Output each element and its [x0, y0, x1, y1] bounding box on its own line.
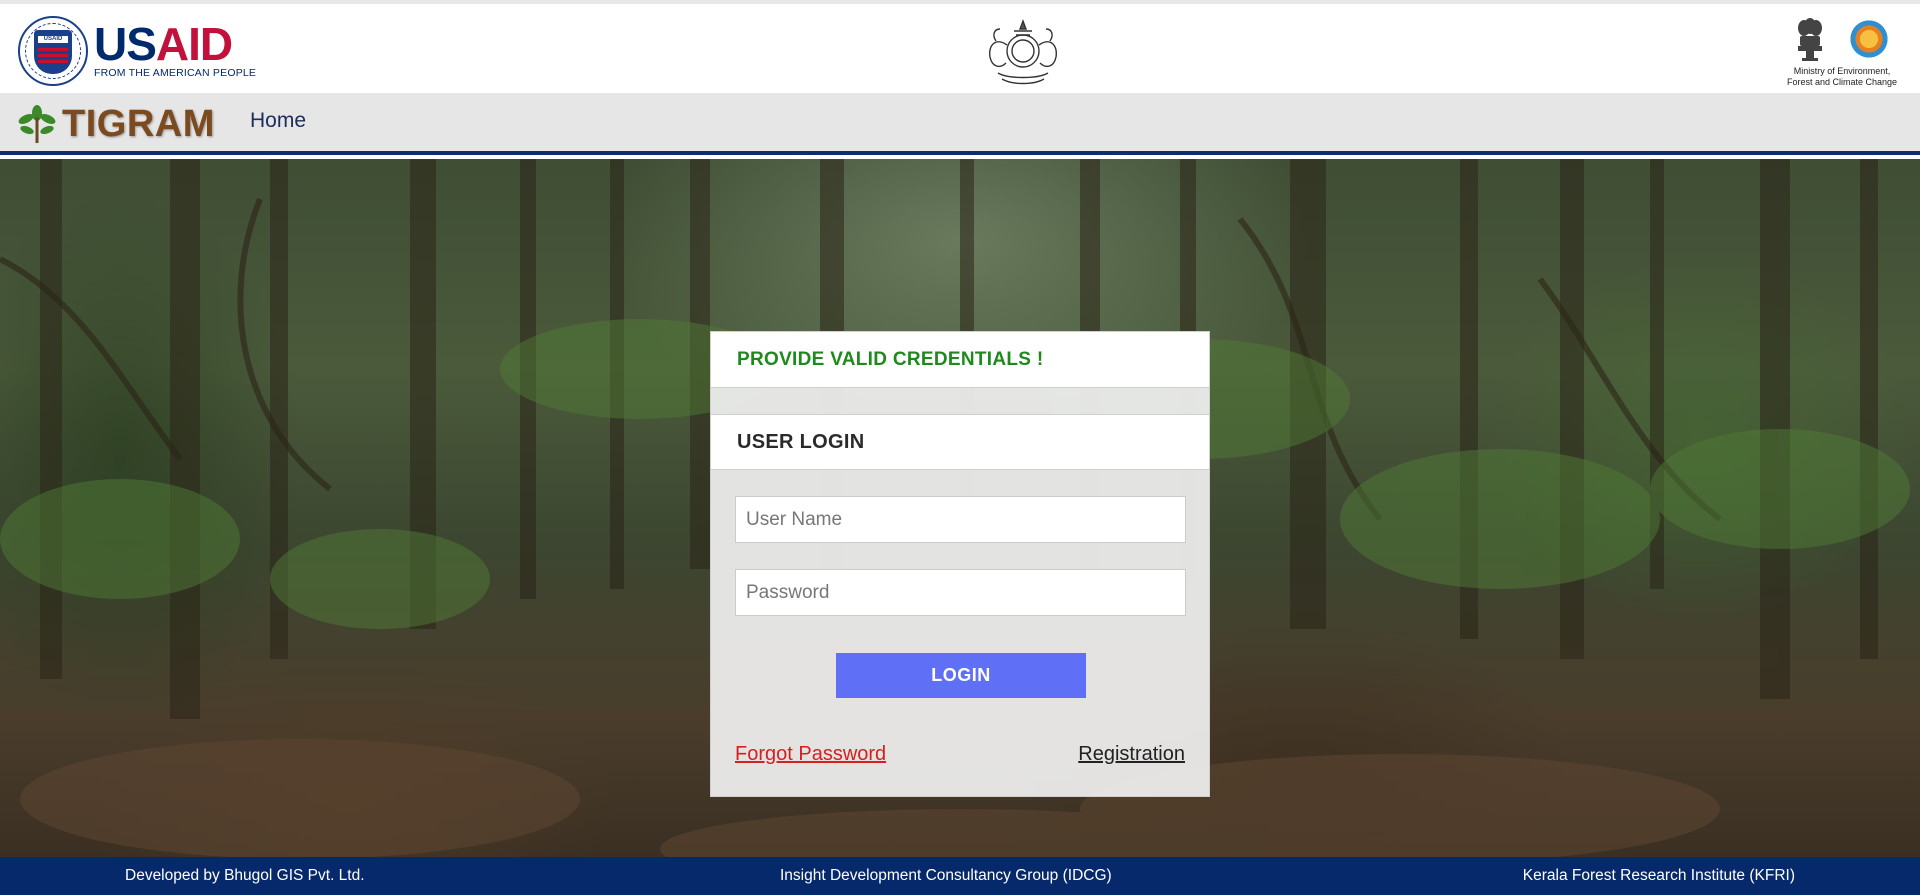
footer-idcg: Insight Development Consultancy Group (I…	[780, 867, 1112, 884]
username-input[interactable]	[735, 496, 1186, 543]
login-button[interactable]: LOGIN	[836, 653, 1086, 698]
ashoka-emblem-icon	[1798, 18, 1822, 61]
login-title: USER LOGIN	[711, 414, 1209, 470]
ministry-name: Ministry of Environment, Forest and Clim…	[1786, 66, 1898, 87]
moefcc-logo-icon	[1848, 18, 1890, 60]
footer-developer: Developed by Bhugol GIS Pvt. Ltd.	[125, 867, 365, 884]
password-input[interactable]	[735, 569, 1186, 616]
top-logo-bar: USAID USAID FROM THE AMERICAN PEOPLE Min…	[0, 0, 1920, 93]
usaid-logo: USAID USAID FROM THE AMERICAN PEOPLE	[18, 16, 256, 86]
credentials-alert: PROVIDE VALID CREDENTIALS !	[711, 332, 1209, 388]
nav-bar: TIGRAM Home	[0, 93, 1920, 155]
nav-home-link[interactable]: Home	[250, 109, 306, 133]
footer: Developed by Bhugol GIS Pvt. Ltd. Insigh…	[0, 857, 1920, 895]
usaid-tagline: FROM THE AMERICAN PEOPLE	[94, 67, 257, 79]
tree-icon	[18, 104, 56, 143]
ministry-logo: Ministry of Environment, Forest and Clim…	[1782, 16, 1902, 90]
registration-link[interactable]: Registration	[1078, 743, 1185, 766]
tigram-brand[interactable]: TIGRAM	[18, 103, 215, 146]
usaid-seal-icon: USAID	[18, 16, 88, 86]
usaid-wordmark: USAID	[94, 18, 233, 70]
login-panel: PROVIDE VALID CREDENTIALS ! USER LOGIN L…	[710, 331, 1210, 797]
footer-kfri: Kerala Forest Research Institute (KFRI)	[1522, 867, 1795, 884]
kerala-emblem-icon	[989, 19, 1057, 85]
brand-name: TIGRAM	[62, 103, 215, 145]
forgot-password-link[interactable]: Forgot Password	[735, 743, 886, 766]
